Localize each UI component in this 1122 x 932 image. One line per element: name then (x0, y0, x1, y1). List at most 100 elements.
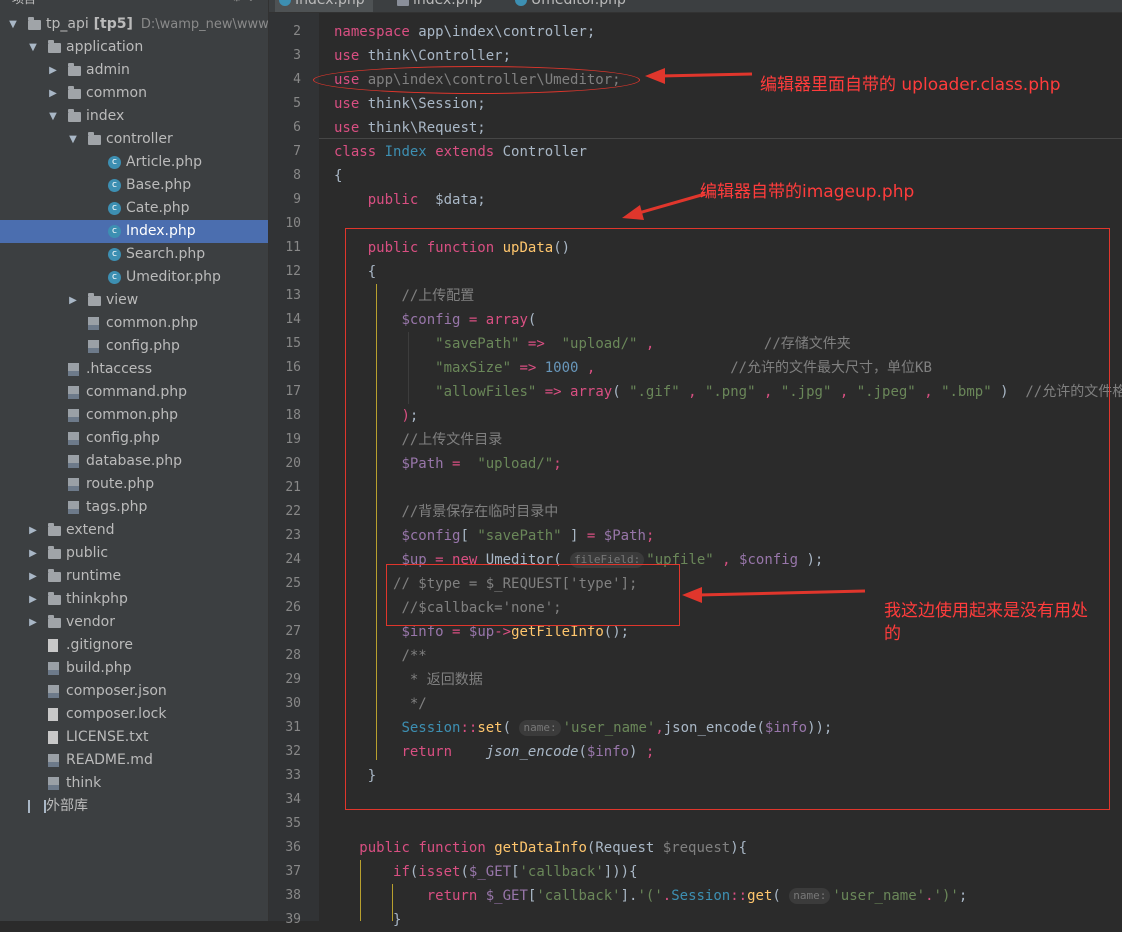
line-number: 10 (285, 216, 301, 231)
tree-item[interactable]: think (0, 772, 268, 795)
tree-item[interactable]: ▼ tp_api [tp5]D:\wamp_new\www\tp_ (0, 13, 268, 36)
code-line[interactable]: if(isset($_GET['callback'])){ (334, 860, 638, 884)
line-number: 28 (285, 648, 301, 663)
tree-item[interactable]: ▶ runtime (0, 565, 268, 588)
tab-index-php[interactable]: index.php (393, 0, 490, 12)
tree-item-label: Index.php (126, 223, 196, 239)
tree-item[interactable]: c Search.php (0, 243, 268, 266)
line-number: 5 (293, 96, 301, 111)
tree-item-label: runtime (66, 568, 122, 584)
tree-item-label: common (86, 85, 147, 101)
folder-icon (48, 592, 61, 605)
php-icon (68, 501, 79, 514)
code-line[interactable]: use think\Session; (334, 92, 486, 116)
project-panel-title: 项目 (12, 0, 36, 7)
tree-item[interactable]: ▼ application (0, 36, 268, 59)
panel-settings-icon[interactable]: ⚙ ↕ (231, 0, 256, 4)
tree-item[interactable]: c Index.php (0, 220, 268, 243)
tree-item[interactable]: c Umeditor.php (0, 266, 268, 289)
tree-item[interactable]: composer.json (0, 680, 268, 703)
tree-item[interactable]: 外部库 (0, 795, 268, 818)
tree-item[interactable]: ▶ public (0, 542, 268, 565)
annotation-ellipse (313, 66, 640, 94)
tree-item[interactable]: ▼ index (0, 105, 268, 128)
tree-item[interactable]: build.php (0, 657, 268, 680)
chevron-right-icon[interactable]: ▶ (68, 289, 78, 312)
tree-item[interactable]: route.php (0, 473, 268, 496)
chevron-right-icon[interactable]: ▶ (28, 542, 38, 565)
tree-item[interactable]: ▶ vendor (0, 611, 268, 634)
line-number: 19 (285, 432, 301, 447)
tree-item[interactable]: .gitignore (0, 634, 268, 657)
class-icon: c (108, 271, 121, 284)
tree-item-label: config.php (106, 338, 180, 354)
chevron-down-icon[interactable]: ▼ (8, 13, 18, 36)
tree-item[interactable]: ▶ admin (0, 59, 268, 82)
annotation-note-1: 编辑器里面自带的 uploader.class.php (760, 75, 1061, 95)
chevron-down-icon[interactable]: ▼ (48, 105, 58, 128)
annotation-box-updata (345, 228, 1110, 810)
tree-item-label: composer.json (66, 683, 167, 699)
chevron-right-icon[interactable]: ▶ (48, 82, 58, 105)
line-number: 25 (285, 576, 301, 591)
tree-item[interactable]: config.php (0, 427, 268, 450)
tree-item-label: thinkphp (66, 591, 128, 607)
tree-item[interactable]: composer.lock (0, 703, 268, 726)
tree-item[interactable]: command.php (0, 381, 268, 404)
chevron-right-icon[interactable]: ▶ (28, 519, 38, 542)
line-number: 23 (285, 528, 301, 543)
tree-item[interactable]: ▶ extend (0, 519, 268, 542)
tree-item[interactable]: tags.php (0, 496, 268, 519)
code-line[interactable]: use think\Request; (334, 116, 486, 140)
tree-item[interactable]: common.php (0, 404, 268, 427)
php-icon (88, 340, 99, 353)
code-line[interactable]: { (334, 164, 342, 188)
tree-item-label: config.php (86, 430, 160, 446)
tree-item[interactable]: c Article.php (0, 151, 268, 174)
tab-umeditor-php[interactable]: Umeditor.php (511, 0, 634, 12)
plain-icon (48, 731, 58, 744)
project-panel-header: 项目 ⚙ ↕ (0, 0, 268, 6)
tab-index-php[interactable]: Index.php (275, 0, 373, 12)
tree-item-label: think (66, 775, 102, 791)
line-number: 30 (285, 696, 301, 711)
tree-item[interactable]: c Cate.php (0, 197, 268, 220)
code-line[interactable]: use think\Controller; (334, 44, 511, 68)
chevron-right-icon[interactable]: ▶ (48, 59, 58, 82)
folder-icon (48, 523, 61, 536)
tree-item-label: extend (66, 522, 115, 538)
tree-item[interactable]: database.php (0, 450, 268, 473)
tree-item-label: route.php (86, 476, 155, 492)
chevron-right-icon[interactable]: ▶ (28, 565, 38, 588)
code-line[interactable]: return $_GET['callback'].'('.Session::ge… (334, 884, 967, 908)
class-icon (515, 0, 527, 6)
tree-item[interactable]: ▶ thinkphp (0, 588, 268, 611)
tree-item[interactable]: ▼ controller (0, 128, 268, 151)
tree-item-label: common.php (86, 407, 179, 423)
line-number: 36 (285, 840, 301, 855)
code-line[interactable]: class Index extends Controller (334, 140, 587, 164)
code-line[interactable]: public function getDataInfo(Request $req… (334, 836, 747, 860)
tree-item[interactable]: LICENSE.txt (0, 726, 268, 749)
tree-item[interactable]: config.php (0, 335, 268, 358)
tree-item[interactable]: ▶ common (0, 82, 268, 105)
code-line[interactable]: public $data; (334, 188, 486, 212)
line-number: 13 (285, 288, 301, 303)
folder-icon (88, 293, 101, 306)
tree-item[interactable]: c Base.php (0, 174, 268, 197)
tree-item[interactable]: ▶ view (0, 289, 268, 312)
indent-guide (360, 860, 361, 921)
chevron-right-icon[interactable]: ▶ (28, 588, 38, 611)
tree-item-label: build.php (66, 660, 132, 676)
tree-item[interactable]: README.md (0, 749, 268, 772)
chevron-down-icon[interactable]: ▼ (68, 128, 78, 151)
tree-item[interactable]: common.php (0, 312, 268, 335)
tree-item-label: Cate.php (126, 200, 190, 216)
chevron-down-icon[interactable]: ▼ (28, 36, 38, 59)
code-line[interactable]: namespace app\index\controller; (334, 20, 595, 44)
tree-item[interactable]: .htaccess (0, 358, 268, 381)
tree-item-label: LICENSE.txt (66, 729, 149, 745)
tree-item-label: admin (86, 62, 130, 78)
chevron-right-icon[interactable]: ▶ (28, 611, 38, 634)
php-icon (88, 317, 99, 330)
